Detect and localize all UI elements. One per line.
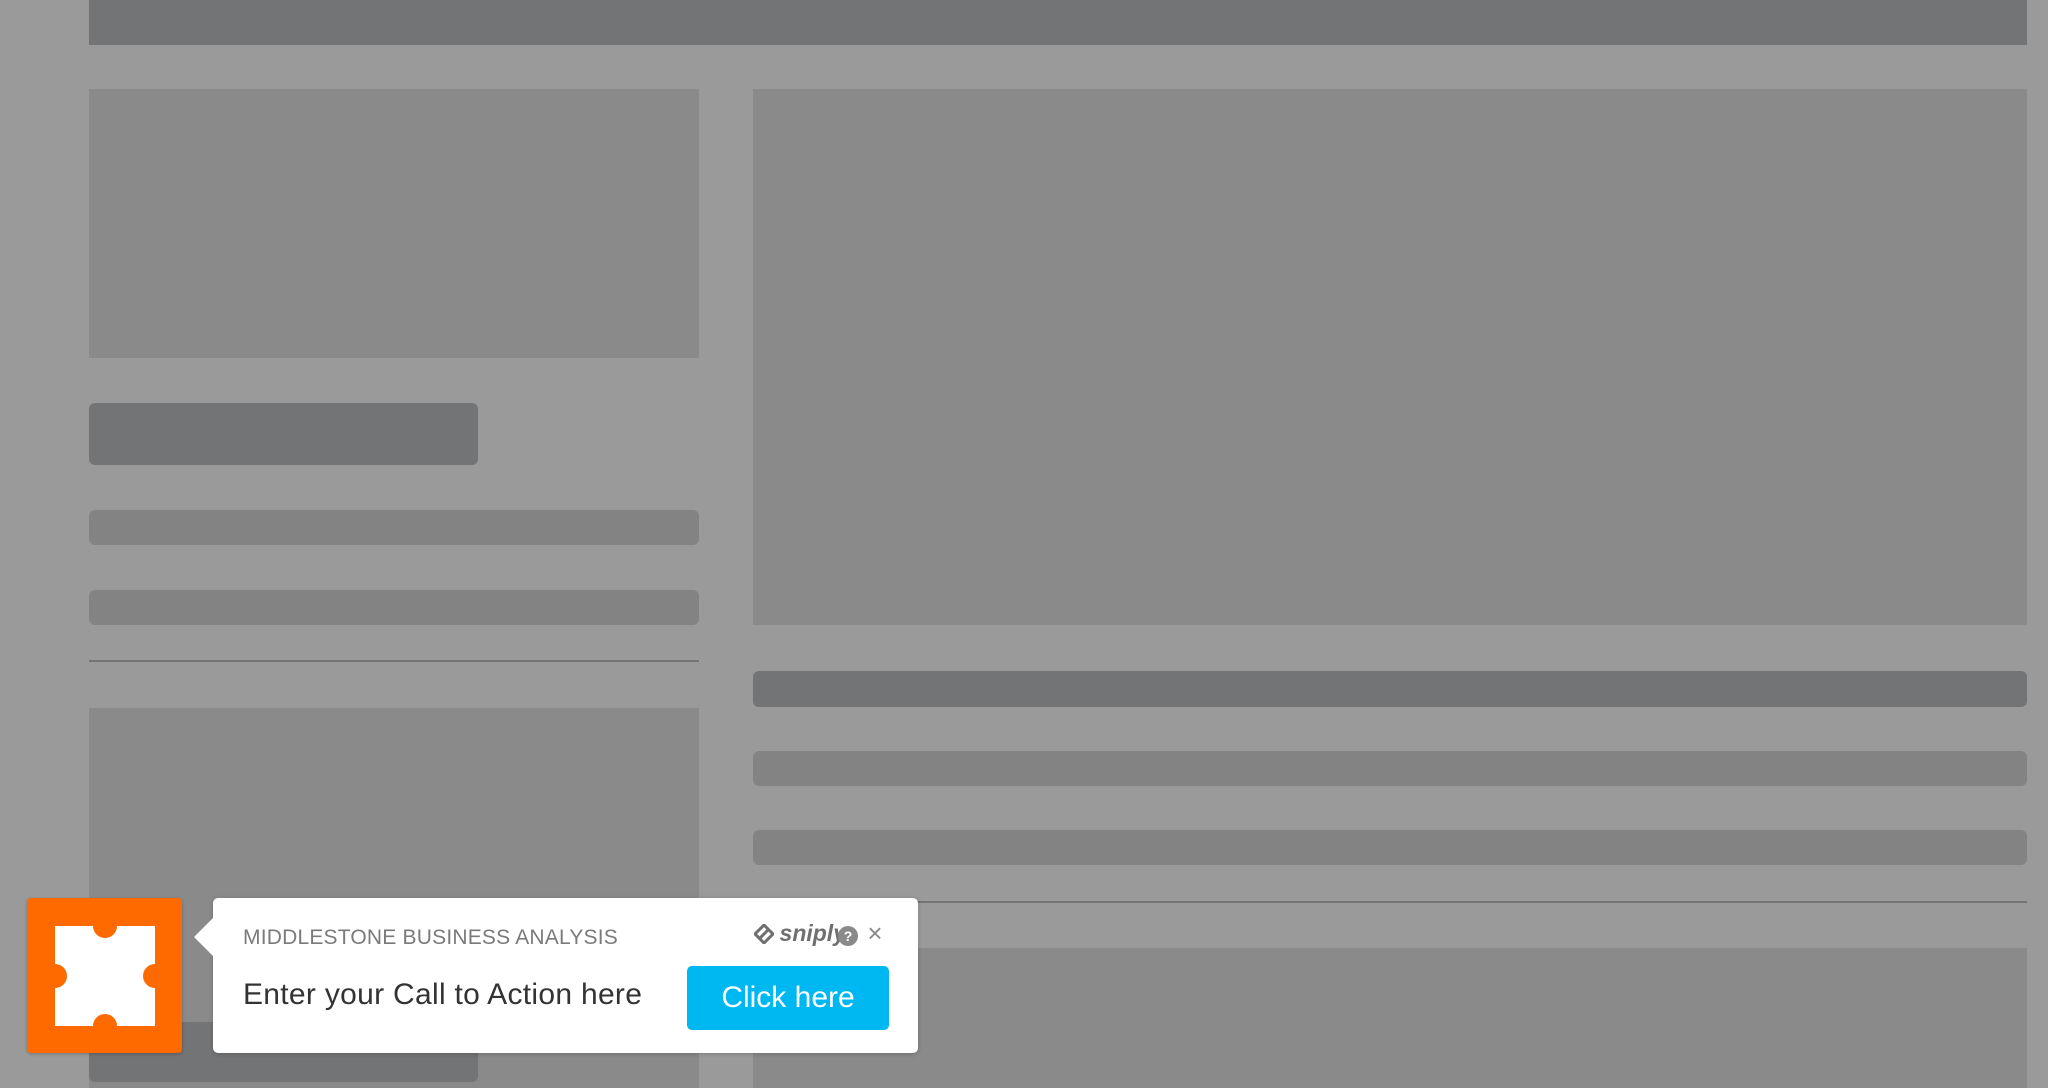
left-divider — [89, 660, 699, 662]
header-placeholder — [89, 0, 2027, 45]
left-title-placeholder — [89, 403, 478, 465]
right-image-placeholder — [753, 89, 2027, 625]
help-icon[interactable]: ? — [838, 926, 858, 946]
card-pointer — [194, 918, 213, 956]
close-icon[interactable]: × — [862, 918, 888, 948]
sniply-logo-tile[interactable] — [27, 898, 182, 1053]
right-divider — [753, 901, 2027, 903]
left-text-line-placeholder — [89, 590, 699, 625]
right-text-line-placeholder — [753, 751, 2027, 786]
left-text-line-placeholder — [89, 510, 699, 545]
right-text-line-placeholder — [753, 830, 2027, 865]
right-image-placeholder-2 — [753, 948, 2027, 1088]
sniply-brand-label: sniply — [779, 920, 846, 946]
call-to-action-button[interactable]: Click here — [687, 966, 889, 1030]
sniply-brand[interactable]: sniply — [753, 920, 846, 947]
sniply-logo-icon — [753, 923, 774, 944]
source-title: MIDDLESTONE BUSINESS ANALYSIS — [243, 926, 618, 949]
call-to-action-message: Enter your Call to Action here — [243, 978, 643, 1011]
puzzle-icon — [54, 925, 155, 1026]
right-title-placeholder — [753, 671, 2027, 707]
left-image-placeholder — [89, 89, 699, 358]
call-to-action-card: MIDDLESTONE BUSINESS ANALYSIS sniply ? ×… — [194, 898, 918, 1053]
